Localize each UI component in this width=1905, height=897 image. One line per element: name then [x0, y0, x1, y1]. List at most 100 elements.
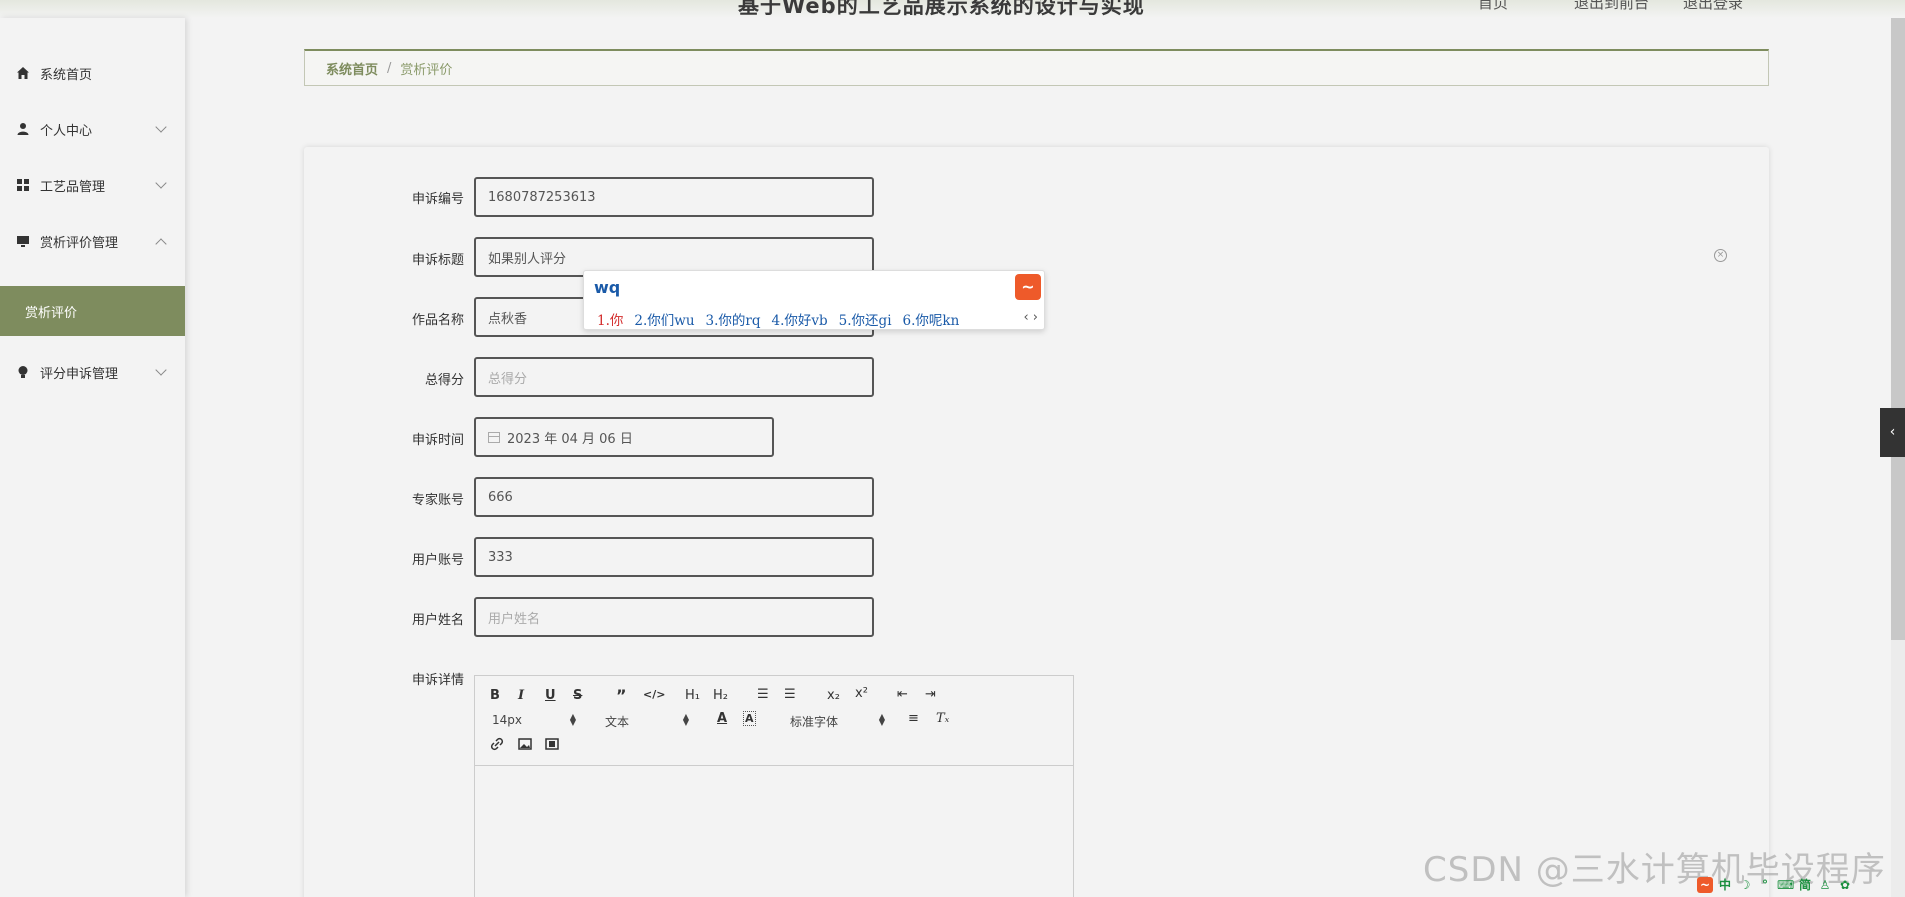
- align-button[interactable]: ≡: [908, 711, 919, 726]
- expert-account-label: 专家账号: [411, 493, 464, 508]
- clear-icon[interactable]: ×: [1714, 249, 1727, 262]
- ime-candidate[interactable]: 2.你们wu: [634, 309, 694, 329]
- sidebar-item-label: 工艺品管理: [40, 179, 106, 195]
- home-icon: [17, 67, 29, 79]
- italic-button[interactable]: I: [518, 688, 524, 703]
- sidebar-item-label: 系统首页: [40, 67, 93, 83]
- chevron-down-icon: [155, 364, 167, 376]
- appeal-time-label: 申诉时间: [411, 433, 464, 448]
- shirt-icon[interactable]: ♙: [1817, 877, 1833, 893]
- font-color-button[interactable]: A: [717, 711, 727, 726]
- select-arrows-icon: ▲ ▼: [682, 712, 689, 727]
- sidebar-item-reviews[interactable]: 赏析评价管理: [0, 216, 185, 266]
- ime-tray: ~ 中 ☽ ° ⌨ 简 ♙ ✿: [1697, 877, 1853, 893]
- font-family-value: 标准字体: [790, 715, 839, 729]
- breadcrumb-separator: /: [387, 60, 392, 76]
- sidebar-item-crafts[interactable]: 工艺品管理: [0, 160, 185, 210]
- ime-candidate[interactable]: 4.你好vb: [772, 309, 828, 329]
- moon-icon[interactable]: ☽: [1737, 877, 1753, 893]
- page-title: 基于Web的工艺品展示系统的设计与实现: [738, 0, 1145, 18]
- underline-button[interactable]: U: [545, 688, 556, 703]
- ime-logo-icon: ~: [1015, 274, 1041, 300]
- user-name-label: 用户姓名: [411, 613, 464, 628]
- ordered-list-button[interactable]: ☰: [757, 687, 769, 702]
- font-family-select[interactable]: 标准字体 ▲ ▼: [790, 713, 885, 730]
- header-home-link[interactable]: 首页: [1478, 0, 1508, 13]
- text-style-select[interactable]: 文本 ▲ ▼: [605, 713, 689, 730]
- editor-toolbar: B I U S ” </> H₁ H₂ ☰ ☰ x₂ x² ⇤ ⇥ 14px ▲…: [475, 676, 1073, 766]
- indent-button[interactable]: ⇥: [925, 687, 936, 702]
- scrollbar-thumb[interactable]: [1891, 0, 1905, 640]
- appeal-title-value: 如果别人评分: [488, 251, 567, 267]
- h2-button[interactable]: H₂: [713, 688, 728, 703]
- chevron-down-icon: [155, 177, 167, 189]
- sidebar-item-personal[interactable]: 个人中心: [0, 104, 185, 154]
- ime-page-arrows-icon[interactable]: ‹ ›: [1023, 310, 1038, 325]
- chevron-down-icon: [155, 121, 167, 133]
- strike-button[interactable]: S: [573, 688, 582, 703]
- subscript-button[interactable]: x₂: [827, 688, 840, 703]
- ime-mode-icon[interactable]: 中: [1717, 877, 1733, 893]
- ime-candidate[interactable]: 5.你还gi: [839, 309, 892, 329]
- text-style-value: 文本: [605, 715, 630, 729]
- appeal-no-input[interactable]: 1680787253613: [474, 177, 874, 217]
- superscript-button[interactable]: x²: [855, 686, 868, 701]
- user-name-input[interactable]: 用户姓名: [474, 597, 874, 637]
- simplified-icon[interactable]: 简: [1797, 877, 1813, 893]
- sidebar-subitem-review[interactable]: 赏析评价: [0, 286, 185, 336]
- grid-icon: [17, 179, 29, 191]
- calendar-icon: [488, 431, 500, 443]
- sidebar-item-label: 赏析评价管理: [40, 235, 119, 251]
- bulb-icon: [18, 366, 28, 378]
- code-button[interactable]: </>: [643, 688, 665, 701]
- appeal-no-label: 申诉编号: [411, 192, 464, 207]
- outdent-button[interactable]: ⇤: [897, 687, 908, 702]
- header-logout-link[interactable]: 退出登录: [1683, 0, 1743, 13]
- total-score-input[interactable]: 总得分: [474, 357, 874, 397]
- punctuation-icon[interactable]: °: [1757, 877, 1773, 893]
- ime-tray-logo-icon[interactable]: ~: [1697, 877, 1713, 893]
- appeal-title-label: 申诉标题: [411, 253, 464, 268]
- background-color-button[interactable]: A: [743, 711, 756, 726]
- total-score-label: 总得分: [424, 373, 464, 388]
- select-arrows-icon: ▲ ▼: [878, 712, 885, 727]
- ime-candidate[interactable]: 1.你: [597, 309, 623, 329]
- bold-button[interactable]: B: [490, 688, 500, 703]
- expert-account-input[interactable]: 666: [474, 477, 874, 517]
- ime-candidate[interactable]: 6.你呢kn: [903, 309, 960, 329]
- top-header: 基于Web的工艺品展示系统的设计与实现 首页 退出到前台 退出登录: [0, 0, 1905, 18]
- video-icon[interactable]: [545, 737, 559, 751]
- select-arrows-icon: ▲ ▼: [569, 712, 576, 727]
- ime-candidate[interactable]: 3.你的rq: [706, 309, 761, 329]
- appeal-time-value: 2023 年 04 月 06 日: [507, 431, 633, 447]
- bullet-list-button[interactable]: ☰: [784, 687, 796, 702]
- user-icon: [17, 123, 29, 135]
- monitor-icon: [17, 236, 29, 247]
- font-size-value: 14px: [492, 713, 522, 727]
- keyboard-icon[interactable]: ⌨: [1777, 877, 1794, 893]
- ime-candidates: 1.你 2.你们wu 3.你的rq 4.你好vb 5.你还gi 6.你呢kn: [597, 309, 959, 329]
- collapse-handle-button[interactable]: ‹: [1880, 408, 1905, 457]
- user-account-label: 用户账号: [411, 553, 464, 568]
- ime-popup: wq ~ 1.你 2.你们wu 3.你的rq 4.你好vb 5.你还gi 6.你…: [583, 270, 1045, 330]
- chevron-up-icon: [155, 238, 167, 250]
- breadcrumb-home[interactable]: 系统首页: [326, 59, 378, 78]
- breadcrumb: 系统首页 / 赏析评价: [304, 49, 1769, 86]
- font-size-select[interactable]: 14px ▲ ▼: [492, 712, 576, 728]
- quote-button[interactable]: ”: [616, 686, 627, 705]
- h1-button[interactable]: H₁: [685, 688, 700, 703]
- rich-text-editor: B I U S ” </> H₁ H₂ ☰ ☰ x₂ x² ⇤ ⇥ 14px ▲…: [474, 675, 1074, 897]
- image-icon[interactable]: [518, 737, 532, 751]
- sidebar-item-appeals[interactable]: 评分申诉管理: [0, 347, 185, 397]
- user-account-input[interactable]: 333: [474, 537, 874, 577]
- link-icon[interactable]: [490, 737, 504, 751]
- sidebar-item-home[interactable]: 系统首页: [0, 48, 185, 98]
- breadcrumb-current: 赏析评价: [400, 62, 453, 78]
- settings-icon[interactable]: ✿: [1837, 877, 1853, 893]
- work-name-label: 作品名称: [411, 313, 464, 328]
- clear-format-button[interactable]: Tₓ: [936, 711, 949, 726]
- header-frontend-link[interactable]: 退出到前台: [1574, 0, 1649, 13]
- ime-composition: wq: [594, 278, 621, 297]
- sidebar: 系统首页 个人中心 工艺品管理 赏析评价管理 赏析评价 评分申诉管理: [0, 18, 185, 897]
- appeal-time-picker[interactable]: 2023 年 04 月 06 日: [474, 417, 774, 457]
